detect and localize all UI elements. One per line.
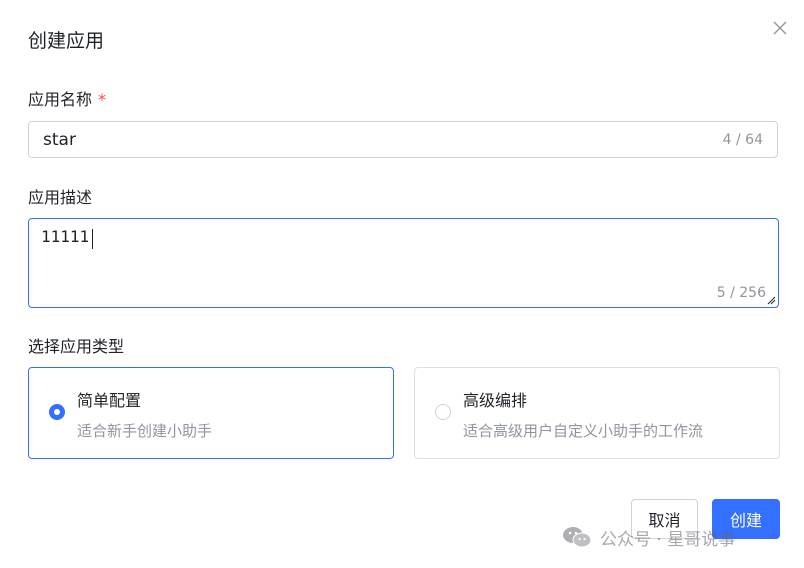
type-option-advanced[interactable]: 高级编排 适合高级用户自定义小助手的工作流: [414, 367, 780, 459]
app-desc-textarea[interactable]: 11111: [41, 227, 741, 287]
type-option-title: 高级编排: [463, 391, 528, 410]
watermark: 公众号 · 星哥说事: [562, 524, 735, 550]
app-type-label: 选择应用类型: [28, 337, 125, 356]
wechat-icon: [563, 527, 592, 548]
resize-handle-icon[interactable]: [766, 295, 776, 305]
app-name-label-text: 应用名称: [28, 90, 93, 109]
app-name-label: 应用名称 *: [28, 86, 106, 110]
radio-checked-icon[interactable]: [49, 404, 65, 420]
app-name-input[interactable]: [43, 122, 643, 157]
type-option-simple[interactable]: 简单配置 适合新手创建小助手: [28, 367, 394, 459]
radio-unchecked-icon[interactable]: [435, 404, 451, 420]
text-caret: [92, 229, 93, 249]
type-option-desc: 适合新手创建小助手: [77, 422, 213, 440]
required-mark: *: [98, 90, 107, 109]
type-option-title: 简单配置: [77, 391, 142, 410]
close-icon[interactable]: [770, 18, 790, 38]
dialog-title: 创建应用: [28, 30, 105, 52]
app-name-counter: 4 / 64: [722, 132, 763, 148]
app-desc-field[interactable]: 11111 5 / 256: [28, 218, 779, 308]
watermark-text: 公众号 · 星哥说事: [600, 529, 736, 550]
app-desc-counter: 5 / 256: [716, 285, 766, 301]
app-desc-label: 应用描述: [28, 188, 93, 207]
type-option-desc: 适合高级用户自定义小助手的工作流: [463, 422, 704, 440]
create-app-dialog: 创建应用 应用名称 * 4 / 64 应用描述 11111 5 / 256 选择应…: [0, 0, 804, 568]
app-name-field[interactable]: 4 / 64: [28, 121, 778, 158]
